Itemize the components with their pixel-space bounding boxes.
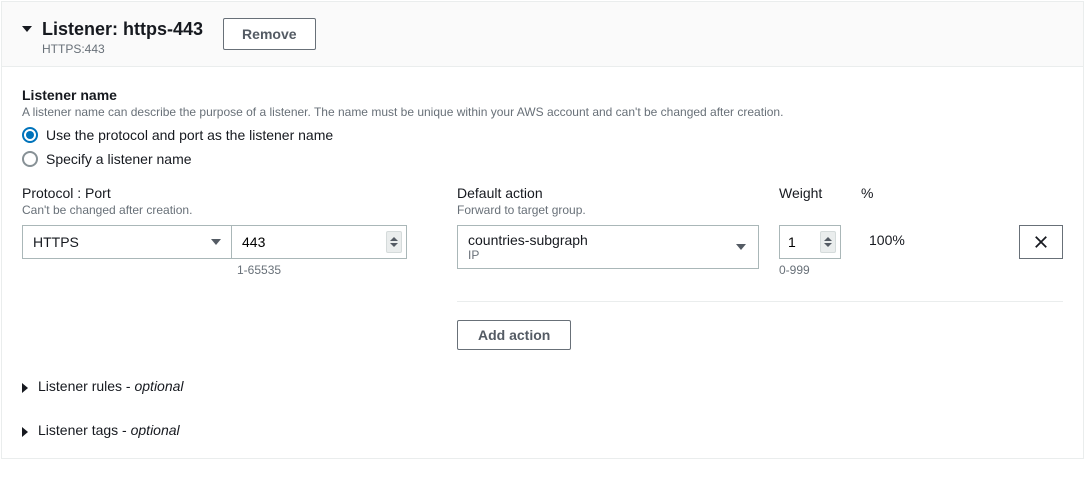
listener-tags-optional: optional — [131, 422, 180, 438]
columns: Protocol : Port Can't be changed after c… — [22, 185, 1063, 350]
weight-spinner[interactable] — [820, 231, 836, 253]
protocol-port-label: Protocol : Port — [22, 185, 417, 201]
listener-name-help: A listener name can describe the purpose… — [22, 105, 1063, 119]
weight-input-wrap — [779, 225, 841, 259]
chevron-down-icon — [736, 244, 746, 250]
title-block: Listener: https-443 HTTPS:443 — [42, 18, 203, 56]
listener-subtitle: HTTPS:443 — [42, 42, 203, 56]
listener-rules-text: Listener rules - — [38, 378, 134, 394]
listener-tags-expandable[interactable]: Listener tags - optional — [22, 422, 1063, 438]
default-action-help: Forward to target group. — [457, 203, 779, 217]
listener-name-section: Listener name A listener name can descri… — [22, 87, 1063, 167]
chevron-right-icon — [22, 427, 28, 437]
protocol-value: HTTPS — [33, 234, 79, 250]
pct-text: 100% — [869, 232, 905, 248]
add-action-button[interactable]: Add action — [457, 320, 571, 350]
weight-block: 0-999 — [779, 225, 849, 277]
pct-value: 100% — [869, 225, 905, 248]
pct-label: % — [861, 185, 921, 201]
spinner-up-icon[interactable] — [390, 237, 398, 241]
listener-rules-label: Listener rules - optional — [38, 378, 184, 394]
listener-panel: Listener: https-443 HTTPS:443 Remove Lis… — [1, 1, 1084, 459]
port-spinner[interactable] — [386, 231, 402, 253]
port-range-help: 1-65535 — [237, 263, 417, 277]
default-action-label: Default action — [457, 185, 779, 201]
listener-title: Listener: https-443 — [42, 18, 203, 40]
close-icon — [1034, 235, 1048, 249]
target-group-type: IP — [468, 248, 726, 262]
default-action-column: Default action Forward to target group. … — [457, 185, 1063, 350]
remove-action-button[interactable] — [1019, 225, 1063, 259]
radio-icon-unchecked — [22, 151, 38, 167]
listener-rules-optional: optional — [134, 378, 183, 394]
listener-tags-label: Listener tags - optional — [38, 422, 180, 438]
collapse-caret-icon[interactable] — [22, 26, 32, 32]
action-labels-row: Default action Forward to target group. … — [457, 185, 1063, 217]
protocol-port-help: Can't be changed after creation. — [22, 203, 417, 217]
listener-tags-text: Listener tags - — [38, 422, 131, 438]
weight-range-help: 0-999 — [779, 263, 849, 277]
spinner-down-icon[interactable] — [390, 243, 398, 247]
protocol-port-column: Protocol : Port Can't be changed after c… — [22, 185, 417, 350]
port-input[interactable] — [232, 226, 406, 258]
chevron-right-icon — [22, 383, 28, 393]
radio-label-manual: Specify a listener name — [46, 151, 192, 167]
spinner-down-icon[interactable] — [824, 243, 832, 247]
radio-use-protocol-port[interactable]: Use the protocol and port as the listene… — [22, 127, 1063, 143]
remove-button[interactable]: Remove — [223, 18, 315, 50]
radio-label-auto: Use the protocol and port as the listene… — [46, 127, 333, 143]
target-group-select[interactable]: countries-subgraph IP — [457, 225, 759, 269]
listener-rules-expandable[interactable]: Listener rules - optional — [22, 378, 1063, 394]
chevron-down-icon — [211, 239, 221, 245]
weight-label: Weight — [779, 185, 861, 201]
panel-body: Listener name A listener name can descri… — [2, 67, 1083, 458]
protocol-port-controls: HTTPS — [22, 225, 417, 259]
label-action-col: Default action Forward to target group. — [457, 185, 779, 217]
listener-name-label: Listener name — [22, 87, 1063, 103]
listener-name-radio-group: Use the protocol and port as the listene… — [22, 127, 1063, 167]
radio-specify-name[interactable]: Specify a listener name — [22, 151, 1063, 167]
radio-icon-checked — [22, 127, 38, 143]
target-group-name: countries-subgraph — [468, 232, 726, 248]
label-pct-col: % — [861, 185, 921, 217]
port-input-wrap — [232, 225, 407, 259]
protocol-select[interactable]: HTTPS — [22, 225, 232, 259]
panel-header: Listener: https-443 HTTPS:443 Remove — [2, 2, 1083, 67]
divider — [457, 301, 1063, 302]
label-weight-col: Weight — [779, 185, 861, 217]
action-row: countries-subgraph IP — [457, 225, 1063, 277]
spinner-up-icon[interactable] — [824, 237, 832, 241]
